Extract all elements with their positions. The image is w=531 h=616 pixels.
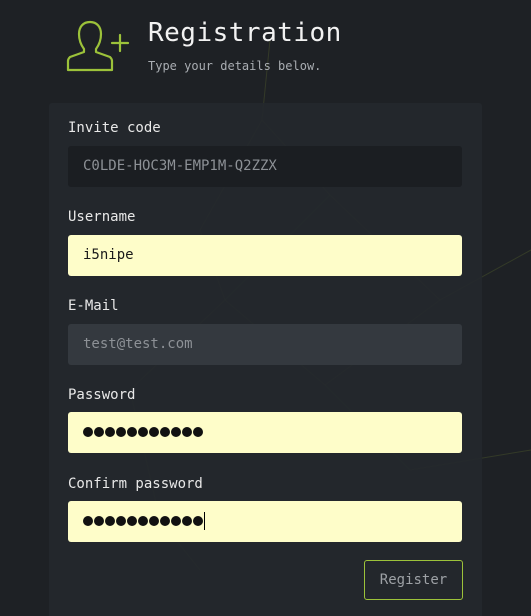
password-mask-dot xyxy=(83,427,93,437)
password-mask-dot xyxy=(160,516,170,526)
password-mask-dot xyxy=(193,427,203,437)
confirm-password-field[interactable] xyxy=(68,501,462,542)
password-field[interactable] xyxy=(68,412,462,453)
password-label: Password xyxy=(68,387,136,403)
page-title: Registration xyxy=(148,18,342,48)
password-mask-dot xyxy=(127,427,137,437)
password-mask-dot xyxy=(138,427,148,437)
registration-form: Invite code C0LDE-HOC3M-EMP1M-Q2ZZX User… xyxy=(49,103,482,616)
password-mask-dot xyxy=(171,516,181,526)
password-mask-dot xyxy=(149,427,159,437)
password-mask-dot xyxy=(94,427,104,437)
password-mask-dot xyxy=(105,516,115,526)
username-label: Username xyxy=(68,209,136,225)
invite-code-label: Invite code xyxy=(68,120,161,136)
password-mask-dot xyxy=(182,516,192,526)
confirm-password-label: Confirm password xyxy=(68,476,203,492)
password-mask-dot xyxy=(171,427,181,437)
password-mask-dot xyxy=(105,427,115,437)
password-mask-dot xyxy=(83,516,93,526)
text-caret xyxy=(204,512,205,530)
registration-header: Registration Type your details below. xyxy=(66,18,486,78)
email-field[interactable]: test@test.com xyxy=(68,324,462,365)
confirm-password-mask xyxy=(83,501,204,542)
password-mask-dot xyxy=(116,427,126,437)
password-mask-dot xyxy=(182,427,192,437)
password-mask-dot xyxy=(160,427,170,437)
password-mask xyxy=(83,412,204,453)
password-mask-dot xyxy=(94,516,104,526)
password-mask-dot xyxy=(127,516,137,526)
password-mask-dot xyxy=(149,516,159,526)
username-field[interactable]: i5nipe xyxy=(68,235,462,276)
password-mask-dot xyxy=(116,516,126,526)
register-button[interactable]: Register xyxy=(364,560,463,600)
password-mask-dot xyxy=(193,516,203,526)
add-user-icon xyxy=(66,20,130,72)
invite-code-field[interactable]: C0LDE-HOC3M-EMP1M-Q2ZZX xyxy=(68,146,462,187)
email-label: E-Mail xyxy=(68,298,119,314)
page-subtitle: Type your details below. xyxy=(148,59,322,73)
password-mask-dot xyxy=(138,516,148,526)
